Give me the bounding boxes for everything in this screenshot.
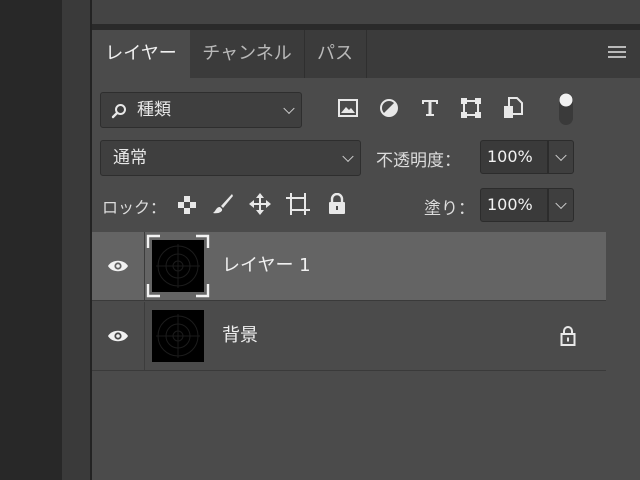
- lock-all-icon[interactable]: [328, 193, 346, 215]
- smart-object-filter-icon[interactable]: [503, 97, 523, 119]
- row-divider: [92, 370, 606, 371]
- fill-input[interactable]: 100%: [480, 188, 548, 222]
- image-filter-icon[interactable]: [338, 99, 358, 117]
- lock-paint-icon[interactable]: [212, 193, 234, 215]
- thumbnail-pattern: [156, 244, 200, 288]
- tab-channels[interactable]: チャンネル: [190, 30, 305, 78]
- eye-icon[interactable]: [107, 259, 129, 273]
- chevron-down-icon: [555, 197, 567, 210]
- visibility-toggle[interactable]: [92, 302, 145, 370]
- panel-menu-icon[interactable]: [608, 46, 626, 61]
- panel-dock-gutter: [62, 0, 92, 480]
- lock-position-icon[interactable]: [249, 193, 271, 215]
- blend-mode-dropdown[interactable]: 通常: [100, 140, 361, 176]
- opacity-label: 不透明度：: [376, 151, 461, 171]
- chevron-down-icon: [342, 150, 354, 163]
- layer-row-layer1[interactable]: レイヤー 1: [92, 232, 606, 300]
- layer-thumbnail[interactable]: [152, 310, 204, 362]
- visibility-toggle[interactable]: [92, 232, 145, 300]
- row-divider: [92, 300, 606, 301]
- tab-paths[interactable]: パス: [304, 30, 367, 78]
- layers-empty-area[interactable]: [92, 372, 606, 480]
- lock-artboard-icon[interactable]: [286, 193, 310, 215]
- fill-label: 塗り：: [424, 199, 475, 219]
- chevron-down-icon: [555, 149, 567, 162]
- layers-scroll-gutter: [606, 232, 640, 480]
- layer-name[interactable]: レイヤー 1: [222, 232, 311, 300]
- layer-lock-icon[interactable]: [560, 326, 576, 346]
- upper-panel-area: [92, 0, 640, 24]
- shape-filter-icon[interactable]: [460, 97, 482, 119]
- eye-icon[interactable]: [107, 329, 129, 343]
- layer-name[interactable]: 背景: [222, 302, 258, 370]
- filter-toggle-icon[interactable]: [558, 92, 574, 126]
- lock-transparent-icon[interactable]: [178, 196, 196, 214]
- layer-row-background[interactable]: 背景: [92, 302, 606, 370]
- tab-layers[interactable]: レイヤー: [92, 30, 190, 78]
- layer-thumbnail[interactable]: [152, 240, 204, 292]
- adjustment-filter-icon[interactable]: [379, 98, 399, 118]
- opacity-dropdown-button[interactable]: [548, 140, 574, 174]
- type-filter-icon[interactable]: [420, 98, 440, 118]
- layers-panel: レイヤー チャンネル パス 種類 通常 不透明度： 100% ロック： 塗り： …: [92, 0, 640, 480]
- thumbnail-pattern: [156, 314, 200, 358]
- app-left-strip: [0, 0, 62, 480]
- fill-dropdown-button[interactable]: [548, 188, 574, 222]
- opacity-input[interactable]: 100%: [480, 140, 548, 174]
- blend-mode-value: 通常: [113, 148, 147, 168]
- search-icon: [111, 104, 126, 119]
- chevron-down-icon: [283, 102, 295, 115]
- lock-label: ロック：: [102, 198, 167, 217]
- layer-filter-dropdown[interactable]: 種類: [100, 92, 302, 128]
- panel-tab-bar: レイヤー チャンネル パス: [92, 30, 640, 78]
- filter-kind-label: 種類: [137, 100, 171, 120]
